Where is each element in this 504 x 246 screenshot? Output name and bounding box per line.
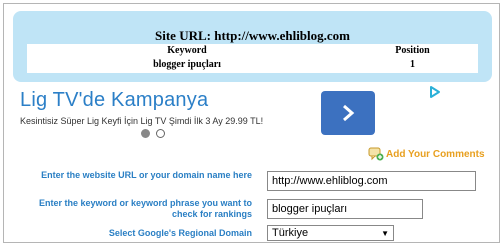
ad-pagination	[141, 129, 165, 138]
url-input[interactable]: http://www.ehliblog.com	[267, 171, 476, 191]
adchoices-icon[interactable]	[428, 85, 442, 99]
ad-open-button[interactable]	[321, 91, 375, 135]
ad-description[interactable]: Kesintisiz Süper Lig Keyfi İçin Lig TV Ş…	[20, 116, 263, 126]
regional-domain-value: Türkiye	[272, 227, 309, 239]
ad-dot[interactable]	[156, 129, 165, 138]
add-comments-link[interactable]: Add Your Comments	[368, 147, 485, 161]
add-comments-label: Add Your Comments	[386, 148, 485, 160]
keyword-cell: blogger ipuçları	[153, 59, 221, 70]
result-table: Keyword Position blogger ipuçları 1	[27, 44, 478, 73]
keyword-header: Keyword	[167, 45, 207, 56]
keyword-label: Enter the keyword or keyword phrase you …	[38, 198, 252, 219]
position-cell: 1	[410, 59, 415, 70]
keyword-input[interactable]: blogger ipuçları	[267, 199, 423, 219]
chevron-right-icon	[343, 104, 355, 122]
url-label: Enter the website URL or your domain nam…	[41, 170, 252, 180]
table-header-row: Keyword Position	[27, 44, 478, 58]
screenshot-frame: Site URL: http://www.ehliblog.com Keywor…	[3, 3, 500, 243]
table-row: blogger ipuçları 1	[27, 58, 478, 72]
result-title: Site URL: http://www.ehliblog.com	[155, 28, 350, 43]
domain-label: Select Google's Regional Domain	[108, 228, 252, 238]
ad-dot-active[interactable]	[141, 129, 150, 138]
chevron-down-icon: ▼	[381, 228, 389, 238]
regional-domain-select[interactable]: Türkiye ▼	[267, 225, 394, 241]
comment-add-icon	[368, 147, 384, 161]
position-header: Position	[395, 45, 430, 56]
result-panel: Site URL: http://www.ehliblog.com Keywor…	[13, 11, 492, 82]
ad-title[interactable]: Lig TV'de Kampanya	[20, 89, 208, 112]
